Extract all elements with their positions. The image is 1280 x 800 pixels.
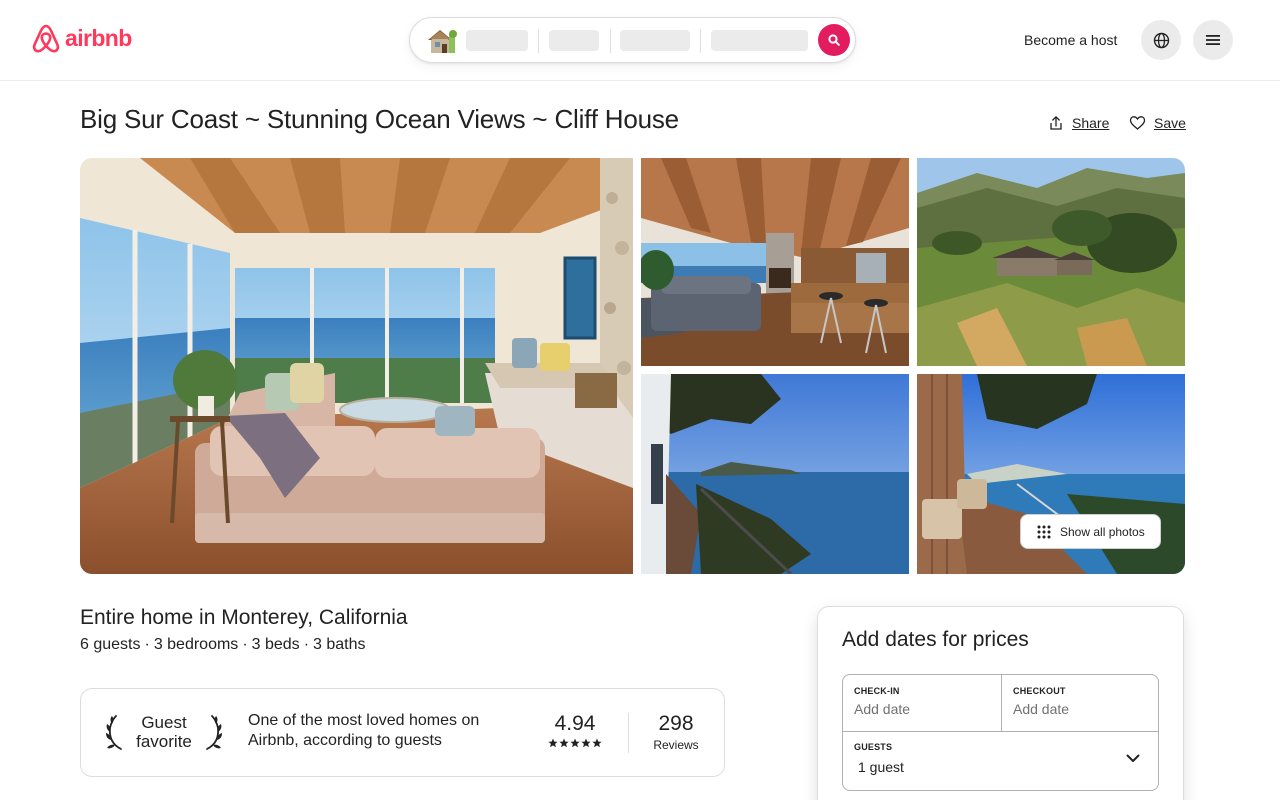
rating-block: 4.94 [541,712,609,748]
guests-placeholder[interactable] [711,30,808,51]
search-divider [538,29,539,53]
reviews-label: Reviews [653,738,699,752]
photo-aerial-cliff-house[interactable] [917,158,1185,366]
guest-favorite-badge: Guest favorite [105,713,225,753]
booking-inputs: CHECK-IN Add date CHECKOUT Add date GUES… [842,674,1159,791]
search-divider [700,29,701,53]
booking-divider-vertical [1001,675,1002,731]
grid-dots-icon [1037,525,1051,538]
main-menu-button[interactable] [1193,20,1233,60]
checkout-label: CHECKOUT [1013,686,1066,696]
globe-icon [1153,32,1169,48]
search-icon [828,34,840,46]
checkin-value: Add date [854,701,911,717]
show-all-photos-label: Show all photos [1060,524,1145,539]
show-all-photos-button[interactable]: Show all photos [1020,514,1161,549]
hamburger-menu-icon [1206,35,1220,45]
guests-label: GUESTS [854,742,893,752]
location-placeholder[interactable] [466,30,528,51]
checkout-value: Add date [1013,701,1070,717]
star-icon [581,738,591,748]
rating-stars [541,738,609,748]
checkin-label: CHECK-IN [854,686,900,696]
listing-facts: 6 guests · 3 bedrooms · 3 beds · 3 baths [80,636,366,653]
house-icon [428,30,457,53]
dates-placeholder[interactable] [549,30,599,51]
star-icon [559,738,569,748]
top-nav: airbnb Become a host [0,0,1280,81]
star-icon [548,738,558,748]
listing-subtitle: Entire home in Monterey, California [80,606,408,629]
airbnb-logo-icon [32,24,60,53]
save-button[interactable]: Save [1129,115,1186,131]
living-room-image [80,158,633,574]
share-icon [1050,116,1062,130]
guest-favorite-line2: favorite [136,732,192,751]
fact-guests: 6 guests [80,636,141,653]
share-label: Share [1072,115,1110,131]
guest-favorite-text: Guest favorite [132,713,196,751]
review-count: 298 [658,712,694,735]
checkin-field[interactable]: CHECK-IN Add date [854,686,994,717]
share-button[interactable]: Share [1048,115,1109,131]
booking-heading: Add dates for prices [842,628,1029,651]
listing-title: Big Sur Coast ~ Stunning Ocean Views ~ C… [80,104,679,134]
fact-beds: 3 beds [251,636,300,653]
guest-favorite-card[interactable]: Guest favorite One of the most loved hom… [80,688,725,777]
save-label: Save [1154,115,1186,131]
guest-favorite-description: One of the most loved homes on Airbnb, a… [248,712,480,749]
fact-bedrooms: 3 bedrooms [153,636,239,653]
ocean-deck-image [641,374,909,574]
search-button[interactable] [818,24,850,56]
aerial-cliff-image [917,158,1185,366]
rating-divider [628,713,629,753]
guests-value: 1 guest [858,759,904,775]
heart-icon [1129,116,1146,130]
kitchen-image [641,158,909,366]
search-divider [610,29,611,53]
booking-divider-horizontal [843,731,1158,732]
photo-kitchen[interactable] [641,158,909,366]
photo-main-living-room[interactable] [80,158,633,574]
laurel-left-icon [106,715,122,750]
fact-baths: 3 baths [313,636,366,653]
star-icon [592,738,602,748]
search-bar[interactable] [409,17,856,63]
checkout-field[interactable]: CHECKOUT Add date [1013,686,1153,717]
brand-wordmark: airbnb [65,25,132,51]
booking-card: Add dates for prices CHECK-IN Add date C… [817,606,1184,800]
star-icon [570,738,580,748]
chevron-down-icon[interactable] [1126,754,1140,763]
rating-value: 4.94 [554,712,596,735]
become-host-link[interactable]: Become a host [1024,32,1117,48]
photo-ocean-deck-view[interactable] [641,374,909,574]
reviews-link[interactable]: 298 Reviews [643,712,709,752]
language-button[interactable] [1141,20,1181,60]
airbnb-logo[interactable]: airbnb [31,22,132,55]
guests-field[interactable]: GUESTS 1 guest [854,742,1094,775]
laurel-right-icon [206,715,222,750]
guest-favorite-line1: Guest [141,713,187,732]
checkout-placeholder[interactable] [620,30,690,51]
